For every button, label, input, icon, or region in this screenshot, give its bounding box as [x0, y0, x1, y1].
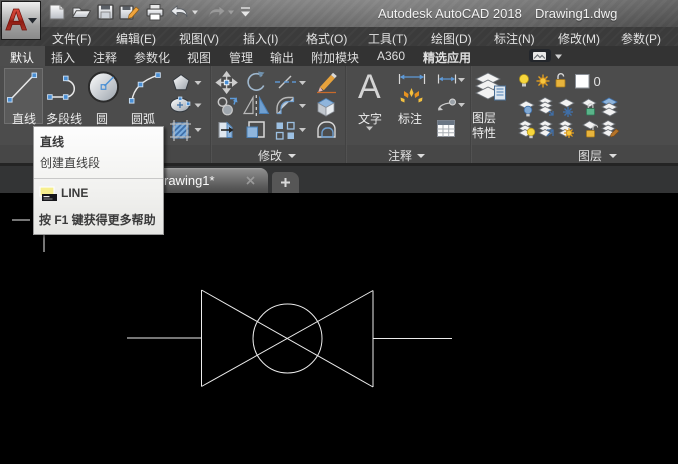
svg-text:A: A [5, 2, 27, 37]
svg-text:0: 0 [594, 74, 601, 89]
svg-text:A: A [358, 68, 381, 106]
